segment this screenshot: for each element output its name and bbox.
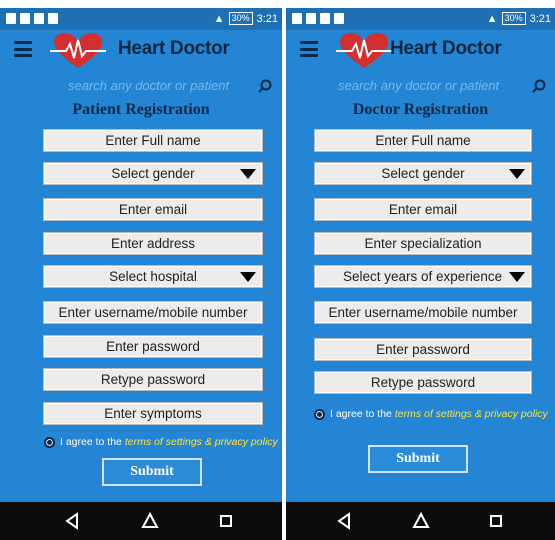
username-field[interactable]: Enter username/mobile number (43, 301, 263, 324)
app-title: Heart Doctor (390, 38, 502, 59)
notification-icon (320, 13, 330, 24)
menu-icon[interactable] (14, 41, 32, 57)
form-title: Patient Registration (72, 101, 210, 118)
status-bar: ▲ 30% 3:21 (0, 8, 282, 30)
search-input[interactable]: search any doctor or patient (338, 78, 499, 93)
terms-link[interactable]: terms of settings & privacy policy (395, 408, 548, 420)
experience-select[interactable]: Select years of experience (314, 265, 532, 288)
experience-select-label: Select years of experience (343, 269, 503, 284)
terms-link[interactable]: terms of settings & privacy policy (125, 436, 278, 448)
submit-button[interactable]: Submit (368, 445, 468, 473)
recents-icon[interactable] (487, 512, 505, 530)
full-name-field[interactable]: Enter Full name (314, 129, 532, 152)
navigation-bar (0, 502, 282, 540)
password-field[interactable]: Enter password (314, 338, 532, 361)
recents-icon[interactable] (217, 512, 235, 530)
dropdown-arrow-icon (509, 272, 525, 282)
signal-icon: ▲ (486, 12, 498, 25)
agree-text: I agree to the (60, 436, 122, 448)
menu-icon[interactable] (300, 41, 318, 57)
notification-icon (292, 13, 302, 24)
gender-select-label: Select gender (381, 166, 465, 181)
gender-select[interactable]: Select gender (43, 162, 263, 185)
notification-icon (6, 13, 16, 24)
notification-icon (306, 13, 316, 24)
full-name-field[interactable]: Enter Full name (43, 129, 263, 152)
back-icon[interactable] (336, 512, 354, 530)
agree-radio[interactable] (314, 408, 325, 420)
search-icon[interactable] (258, 79, 272, 93)
clock: 3:21 (256, 12, 278, 25)
battery-indicator: 30% (501, 12, 526, 25)
signal-icon: ▲ (213, 12, 225, 25)
battery-indicator: 30% (228, 12, 253, 25)
search-icon[interactable] (532, 79, 546, 93)
app-bar: Heart Doctor (286, 30, 555, 70)
gender-select[interactable]: Select gender (314, 162, 532, 185)
retype-password-field[interactable]: Retype password (43, 368, 263, 391)
symptoms-field[interactable]: Enter symptoms (43, 402, 263, 425)
notification-icon (34, 13, 44, 24)
home-icon[interactable] (141, 512, 159, 530)
email-field[interactable]: Enter email (314, 198, 532, 221)
notification-icon (48, 13, 58, 24)
app-bar: Heart Doctor (0, 30, 282, 70)
password-field[interactable]: Enter password (43, 335, 263, 358)
hospital-select-label: Select hospital (109, 269, 197, 284)
search-input[interactable]: search any doctor or patient (68, 78, 229, 93)
status-bar: ▲ 30% 3:21 (286, 8, 555, 30)
dropdown-arrow-icon (240, 272, 256, 282)
clock: 3:21 (529, 12, 551, 25)
patient-registration-screen: ▲ 30% 3:21 Heart Doctor search any docto… (0, 0, 282, 540)
heart-logo-icon (50, 33, 106, 68)
agree-row: I agree to the terms of settings & priva… (314, 408, 548, 420)
doctor-registration-screen: ▲ 30% 3:21 Heart Doctor search any docto… (286, 0, 555, 540)
submit-button[interactable]: Submit (102, 458, 202, 486)
agree-text: I agree to the (330, 408, 392, 420)
app-screen: Heart Doctor search any doctor or patien… (286, 30, 555, 502)
retype-password-field[interactable]: Retype password (314, 371, 532, 394)
specialization-field[interactable]: Enter specialization (314, 232, 532, 255)
agree-row: I agree to the terms of settings & priva… (44, 436, 278, 448)
navigation-bar (286, 502, 555, 540)
agree-radio[interactable] (44, 436, 55, 448)
back-icon[interactable] (64, 512, 82, 530)
app-title: Heart Doctor (118, 38, 230, 59)
username-field[interactable]: Enter username/mobile number (314, 301, 532, 324)
email-field[interactable]: Enter email (43, 198, 263, 221)
heart-logo-icon (336, 33, 392, 68)
hospital-select[interactable]: Select hospital (43, 265, 263, 288)
address-field[interactable]: Enter address (43, 232, 263, 255)
gender-select-label: Select gender (111, 166, 195, 181)
app-screen: Heart Doctor search any doctor or patien… (0, 30, 282, 502)
notification-icon (334, 13, 344, 24)
notification-icon (20, 13, 30, 24)
home-icon[interactable] (412, 512, 430, 530)
dropdown-arrow-icon (509, 169, 525, 179)
form-title: Doctor Registration (352, 101, 489, 118)
dropdown-arrow-icon (240, 169, 256, 179)
